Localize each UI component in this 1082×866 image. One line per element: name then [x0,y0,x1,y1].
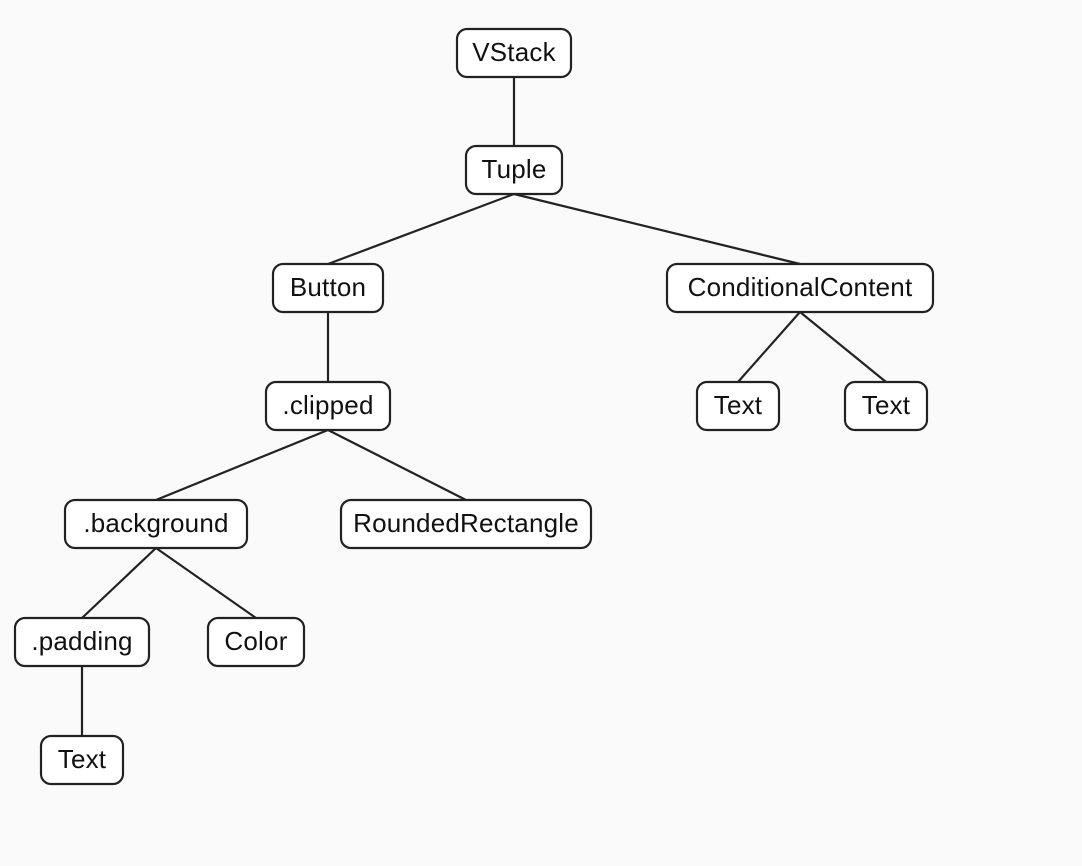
node-label: VStack [472,37,556,67]
node-tuple: Tuple [466,146,562,194]
node-padding: .padding [15,618,149,666]
node-label: ConditionalContent [688,272,913,302]
node-label: Text [58,744,107,774]
edge-background-padding [82,548,156,618]
node-clipped: .clipped [266,382,390,430]
node-text_cc_l: Text [697,382,779,430]
node-label: RoundedRectangle [353,508,579,538]
node-label: Button [290,272,366,302]
node-vstack: VStack [457,29,571,77]
edge-tuple-conditional [514,194,800,264]
node-text_leaf: Text [41,736,123,784]
node-conditional: ConditionalContent [667,264,933,312]
edge-conditional-text_cc_l [738,312,800,382]
node-label: Text [862,390,911,420]
node-text_cc_r: Text [845,382,927,430]
node-label: .clipped [282,390,373,420]
edge-tuple-button [328,194,514,264]
node-roundedrect: RoundedRectangle [341,500,591,548]
node-label: .padding [31,626,132,656]
node-button: Button [273,264,383,312]
node-label: Tuple [481,154,546,184]
edge-clipped-roundedrect [328,430,466,500]
edge-clipped-background [156,430,328,500]
node-background: .background [65,500,247,548]
node-color: Color [208,618,304,666]
tree-diagram: VStack Tuple Button ConditionalContent Text T… [0,0,1082,866]
node-label: Color [224,626,287,656]
node-label: .background [83,508,228,538]
edge-background-color [156,548,256,618]
edge-conditional-text_cc_r [800,312,886,382]
node-label: Text [714,390,763,420]
